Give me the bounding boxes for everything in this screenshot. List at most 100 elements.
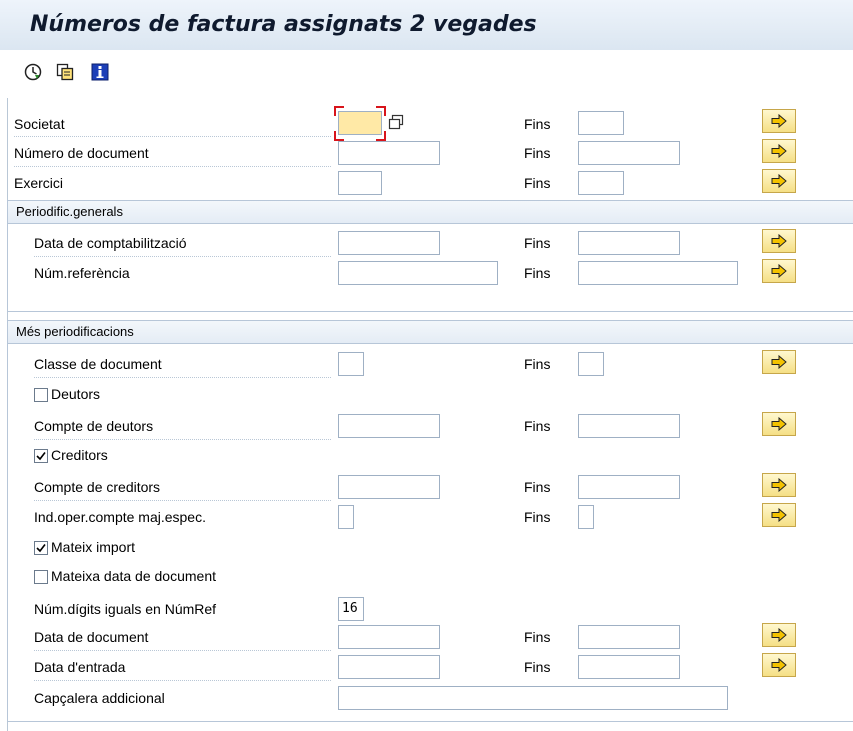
num-digits-input[interactable]: 16 (338, 597, 364, 621)
numero-document-label: Número de document (14, 145, 149, 161)
societat-label: Societat (14, 116, 65, 132)
group-header: Periodific.generals (8, 201, 853, 224)
label-divider (34, 650, 332, 651)
multiple-selection-button[interactable] (762, 259, 796, 283)
data-comptabilitzacio-label: Data de comptabilització (34, 235, 187, 251)
label-divider (14, 136, 332, 137)
multiple-selection-button[interactable] (762, 229, 796, 253)
compte-creditors-from-input[interactable] (338, 475, 440, 499)
classe-document-to-input[interactable] (578, 352, 604, 376)
fins-label: Fins (524, 265, 551, 281)
multiple-selection-button[interactable] (762, 473, 796, 497)
num-referencia-from-input[interactable] (338, 261, 498, 285)
arrow-right-icon (771, 508, 787, 522)
fins-label: Fins (524, 418, 551, 434)
label-divider (34, 680, 332, 681)
label-divider (14, 166, 332, 167)
compte-creditors-to-input[interactable] (578, 475, 680, 499)
data-document-to-input[interactable] (578, 625, 680, 649)
classe-document-from-input[interactable] (338, 352, 364, 376)
num-referencia-label: Núm.referència (34, 265, 130, 281)
label-divider (34, 256, 332, 257)
mateix-import-checkbox[interactable] (34, 541, 48, 555)
mateixa-data-checkbox[interactable] (34, 570, 48, 584)
deutors-checkbox[interactable] (34, 388, 48, 402)
compte-creditors-label: Compte de creditors (34, 479, 161, 495)
arrow-right-icon (771, 478, 787, 492)
data-comptabilitzacio-from-input[interactable] (338, 231, 440, 255)
arrow-right-icon (771, 144, 787, 158)
search-help-icon[interactable] (388, 114, 404, 130)
focus-corner (376, 131, 386, 141)
arrow-right-icon (771, 174, 787, 188)
multiple-selection-button[interactable] (762, 412, 796, 436)
multiple-selection-button[interactable] (762, 653, 796, 677)
check-icon (36, 544, 46, 553)
compte-deutors-to-input[interactable] (578, 414, 680, 438)
arrow-right-icon (771, 628, 787, 642)
arrow-right-icon (771, 355, 787, 369)
arrow-right-icon (771, 234, 787, 248)
societat-to-input[interactable] (578, 111, 624, 135)
capcalera-label: Capçalera addicional (34, 690, 165, 706)
exercici-label: Exercici (14, 175, 64, 191)
fins-label: Fins (524, 509, 551, 525)
info-icon[interactable] (90, 62, 110, 82)
capcalera-input[interactable] (338, 686, 728, 710)
application-toolbar (0, 50, 853, 94)
label-divider (34, 500, 332, 501)
fins-label: Fins (524, 356, 551, 372)
multiple-selection-button[interactable] (762, 139, 796, 163)
fins-label: Fins (524, 629, 551, 645)
ind-oper-from-input[interactable] (338, 505, 354, 529)
compte-deutors-label: Compte de deutors (34, 418, 154, 434)
creditors-label: Creditors (51, 447, 108, 463)
label-divider (34, 439, 332, 440)
numero-document-from-input[interactable] (338, 141, 440, 165)
fins-label: Fins (524, 175, 551, 191)
exercici-to-input[interactable] (578, 171, 624, 195)
copy-variant-icon[interactable] (55, 62, 75, 82)
creditors-checkbox[interactable] (34, 449, 48, 463)
arrow-right-icon (771, 264, 787, 278)
arrow-right-icon (771, 417, 787, 431)
focus-corner (334, 131, 344, 141)
deutors-label: Deutors (51, 386, 101, 402)
data-document-label: Data de document (34, 629, 149, 645)
fins-label: Fins (524, 235, 551, 251)
execute-icon[interactable] (23, 62, 43, 82)
numero-document-to-input[interactable] (578, 141, 680, 165)
arrow-right-icon (771, 658, 787, 672)
fins-label: Fins (524, 145, 551, 161)
title-bar: Números de factura assignats 2 vegades (0, 0, 853, 50)
multiple-selection-button[interactable] (762, 109, 796, 133)
arrow-right-icon (771, 114, 787, 128)
fins-label: Fins (524, 116, 551, 132)
num-digits-label: Núm.dígits iguals en NúmRef (34, 601, 217, 617)
check-icon (36, 452, 46, 461)
group-header: Més periodificacions (8, 321, 853, 344)
fins-label: Fins (524, 479, 551, 495)
compte-deutors-from-input[interactable] (338, 414, 440, 438)
ind-oper-label: Ind.oper.compte maj.espec. (34, 509, 206, 525)
label-divider (34, 377, 332, 378)
multiple-selection-button[interactable] (762, 169, 796, 193)
focus-corner (334, 106, 344, 116)
ind-oper-to-input[interactable] (578, 505, 594, 529)
multiple-selection-button[interactable] (762, 350, 796, 374)
mateixa-data-label: Mateixa data de document (51, 568, 216, 584)
mateix-import-label: Mateix import (51, 539, 136, 555)
page-title: Números de factura assignats 2 vegades (30, 12, 537, 37)
classe-document-label: Classe de document (34, 356, 162, 372)
data-entrada-to-input[interactable] (578, 655, 680, 679)
multiple-selection-button[interactable] (762, 623, 796, 647)
data-document-from-input[interactable] (338, 625, 440, 649)
num-referencia-to-input[interactable] (578, 261, 738, 285)
fins-label: Fins (524, 659, 551, 675)
exercici-from-input[interactable] (338, 171, 382, 195)
data-entrada-from-input[interactable] (338, 655, 440, 679)
focus-corner (376, 106, 386, 116)
data-entrada-label: Data d'entrada (34, 659, 126, 675)
data-comptabilitzacio-to-input[interactable] (578, 231, 680, 255)
multiple-selection-button[interactable] (762, 503, 796, 527)
